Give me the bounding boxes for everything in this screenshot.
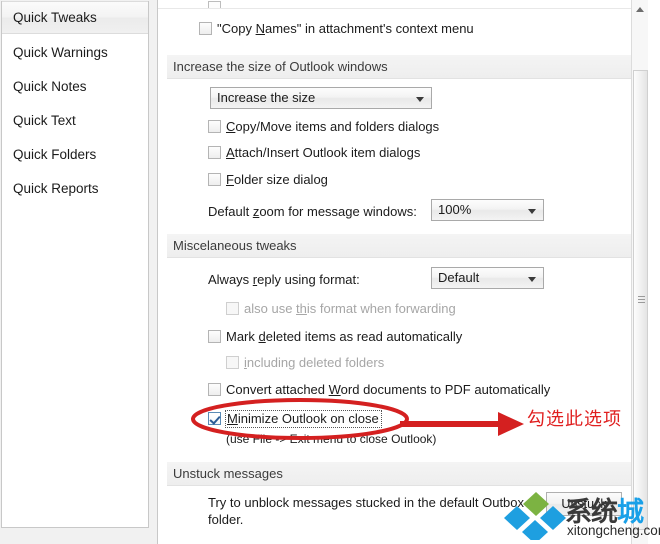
scroll-up-arrow-icon[interactable] bbox=[632, 0, 648, 17]
chevron-down-icon bbox=[528, 209, 536, 214]
folder-size-label-accel: F bbox=[226, 172, 234, 187]
reply-format-label: Always reply using format: bbox=[208, 272, 360, 287]
default-zoom-dropdown[interactable]: 100% bbox=[431, 199, 544, 221]
watermark-url: xitongcheng.com bbox=[567, 523, 660, 538]
sidebar-item-quick-notes[interactable]: Quick Notes bbox=[2, 70, 148, 104]
vertical-scrollbar[interactable] bbox=[631, 0, 648, 544]
clipped-row-top bbox=[158, 0, 632, 9]
increase-size-dropdown[interactable]: Increase the size bbox=[210, 87, 432, 109]
forward-format-label-prefix: also use bbox=[244, 301, 297, 316]
convert-word-label-suffix: ord documents to PDF automatically bbox=[340, 382, 551, 397]
panel-right-margin bbox=[649, 0, 660, 544]
unstuck-description-line1: Try to unblock messages stucked in the d… bbox=[208, 495, 524, 510]
convert-word-label-prefix: Convert attached bbox=[226, 382, 329, 397]
copy-move-dialogs-row[interactable]: Copy/Move items and folders dialogs bbox=[208, 119, 439, 134]
section-title: Miscelaneous tweaks bbox=[173, 238, 297, 253]
including-deleted-label-suffix: ncluding deleted folders bbox=[246, 355, 385, 370]
settings-panel: "Copy Names" in attachment's context men… bbox=[157, 0, 660, 544]
reply-format-value: Default bbox=[438, 270, 480, 285]
minimize-on-close-label: Minimize Outlook on close bbox=[225, 410, 382, 428]
mark-deleted-label-accel: d bbox=[258, 329, 266, 344]
sidebar-item-quick-tweaks[interactable]: Quick Tweaks bbox=[2, 1, 148, 34]
forward-format-label-accel: th bbox=[296, 301, 307, 316]
section-header-unstuck-messages: Unstuck messages bbox=[167, 462, 632, 486]
annotation-text-label: 勾选此选项 bbox=[527, 409, 622, 429]
minimize-label-accel: M bbox=[227, 411, 238, 426]
default-zoom-label: Default zoom for message windows: bbox=[208, 204, 417, 219]
convert-word-pdf-checkbox[interactable] bbox=[208, 383, 221, 396]
mark-deleted-read-row[interactable]: Mark deleted items as read automatically bbox=[208, 329, 462, 344]
settings-window: Quick Tweaks Quick Warnings Quick Notes … bbox=[0, 0, 660, 544]
default-zoom-label-suffix: oom for message windows: bbox=[259, 204, 417, 219]
sidebar-item-quick-text[interactable]: Quick Text bbox=[2, 104, 148, 138]
including-deleted-folders-row[interactable]: including deleted folders bbox=[226, 355, 384, 370]
watermark: 系统城 xitongcheng.com bbox=[503, 490, 660, 544]
copy-names-label-prefix: "Copy bbox=[217, 21, 256, 36]
copy-move-dialogs-checkbox[interactable] bbox=[208, 120, 221, 133]
sidebar-item-label: Quick Folders bbox=[13, 147, 97, 162]
default-zoom-value: 100% bbox=[438, 202, 472, 217]
section-title: Increase the size of Outlook windows bbox=[173, 59, 388, 74]
section-title: Unstuck messages bbox=[173, 466, 283, 481]
minimize-hint-text: (use File -> Exit menu to close Outlook) bbox=[226, 432, 437, 446]
minimize-on-close-row[interactable]: Minimize Outlook on close bbox=[208, 410, 382, 428]
settings-panel-content: "Copy Names" in attachment's context men… bbox=[157, 0, 632, 544]
scrollbar-thumb[interactable] bbox=[633, 70, 648, 530]
folder-size-dialog-row[interactable]: Folder size dialog bbox=[208, 172, 328, 187]
attach-insert-label-suffix: ttach/Insert Outlook item dialogs bbox=[234, 145, 421, 160]
reply-format-dropdown[interactable]: Default bbox=[431, 267, 544, 289]
sidebar-item-quick-warnings[interactable]: Quick Warnings bbox=[2, 36, 148, 70]
clipped-checkbox-stub bbox=[208, 1, 221, 8]
sidebar-item-label: Quick Reports bbox=[13, 181, 99, 196]
reply-format-label-prefix: Always bbox=[208, 272, 253, 287]
scrollbar-grip-icon bbox=[638, 296, 645, 304]
forward-format-checkbox[interactable] bbox=[226, 302, 239, 315]
unstuck-description-line2: folder. bbox=[208, 512, 243, 527]
annotation-text: 勾选此选项 bbox=[527, 405, 622, 431]
copy-names-label-accel: N bbox=[255, 21, 265, 36]
sidebar-item-quick-folders[interactable]: Quick Folders bbox=[2, 138, 148, 172]
convert-word-label-accel: W bbox=[328, 382, 341, 397]
chevron-down-icon bbox=[416, 97, 424, 102]
sidebar-item-quick-reports[interactable]: Quick Reports bbox=[2, 172, 148, 206]
minimize-label-suffix: inimize Outlook on close bbox=[237, 411, 379, 426]
section-header-misc-tweaks: Miscelaneous tweaks bbox=[167, 234, 632, 258]
copy-names-checkbox[interactable] bbox=[199, 22, 212, 35]
mark-deleted-read-checkbox[interactable] bbox=[208, 330, 221, 343]
minimize-on-close-checkbox[interactable] bbox=[208, 412, 221, 425]
default-zoom-label-prefix: Default bbox=[208, 204, 253, 219]
minimize-on-close-hint: (use File -> Exit menu to close Outlook) bbox=[226, 432, 436, 446]
forward-format-row[interactable]: also use this format when forwarding bbox=[226, 301, 456, 316]
including-deleted-folders-checkbox[interactable] bbox=[226, 356, 239, 369]
sidebar-nav: Quick Tweaks Quick Warnings Quick Notes … bbox=[1, 1, 149, 528]
mark-deleted-label-prefix: Mark bbox=[226, 329, 259, 344]
mark-deleted-label-suffix: eleted items as read automatically bbox=[265, 329, 463, 344]
folder-size-dialog-checkbox[interactable] bbox=[208, 173, 221, 186]
sidebar-item-label: Quick Text bbox=[13, 113, 76, 128]
sidebar-item-label: Quick Tweaks bbox=[13, 10, 97, 25]
unstuck-description-text: folder. bbox=[208, 512, 244, 527]
watermark-url-text: xitongcheng.com bbox=[567, 523, 660, 538]
watermark-diamonds-icon bbox=[504, 492, 566, 544]
unstuck-description-text: Try to unblock messages stucked in the d… bbox=[208, 495, 525, 510]
chevron-down-icon bbox=[528, 277, 536, 282]
copy-move-label-suffix: opy/Move items and folders dialogs bbox=[235, 119, 440, 134]
attach-insert-dialogs-checkbox[interactable] bbox=[208, 146, 221, 159]
sidebar-item-label: Quick Notes bbox=[13, 79, 87, 94]
reply-format-label-suffix: eply using format: bbox=[257, 272, 360, 287]
forward-format-label-suffix: is format when forwarding bbox=[306, 301, 456, 316]
sidebar-item-label: Quick Warnings bbox=[13, 45, 108, 60]
convert-word-pdf-row[interactable]: Convert attached Word documents to PDF a… bbox=[208, 382, 550, 397]
copy-move-label-accel: C bbox=[226, 119, 236, 134]
copy-names-row[interactable]: "Copy Names" in attachment's context men… bbox=[199, 21, 474, 36]
copy-names-label-suffix: ames" in attachment's context menu bbox=[264, 21, 474, 36]
folder-size-label-suffix: older size dialog bbox=[233, 172, 328, 187]
section-header-increase-size: Increase the size of Outlook windows bbox=[167, 55, 632, 79]
increase-size-value: Increase the size bbox=[217, 90, 316, 105]
attach-insert-label-accel: A bbox=[226, 145, 235, 160]
attach-insert-dialogs-row[interactable]: Attach/Insert Outlook item dialogs bbox=[208, 145, 420, 160]
